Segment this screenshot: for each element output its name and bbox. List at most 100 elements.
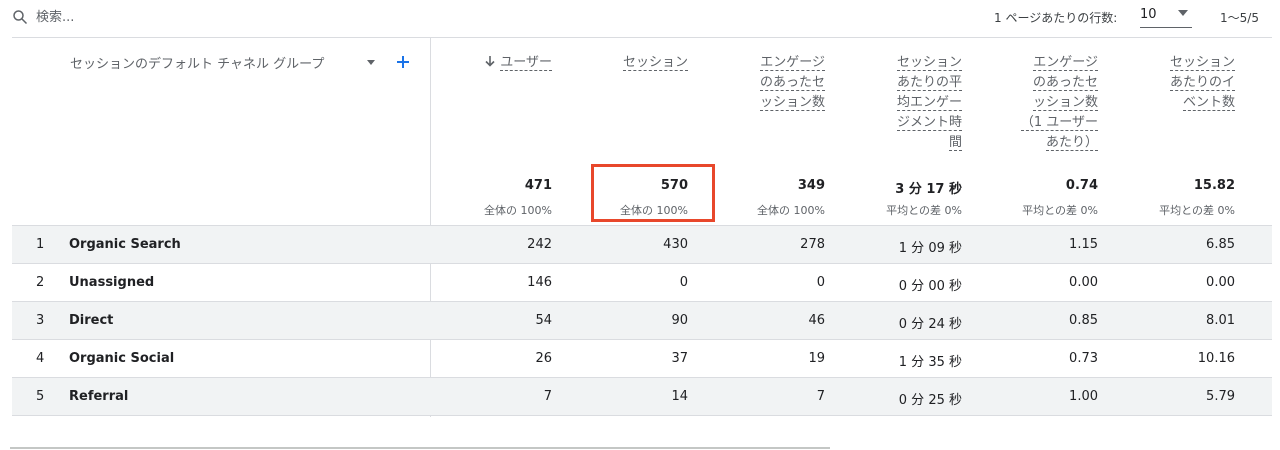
metric-header-lines: エンゲージのあったセッション数 （1 ユーザーあたり） <box>1020 53 1098 153</box>
channel-name[interactable]: Organic Social <box>69 351 174 366</box>
metric-cell: 46 <box>808 313 825 328</box>
table-bottom-divider <box>12 415 1272 416</box>
metric-header-3[interactable]: エンゲージ のあったセ ッション数 <box>759 53 825 113</box>
metric-header-text: のあったセ <box>759 75 825 91</box>
metric-header-lines: エンゲージ のあったセ ッション数 <box>759 53 825 113</box>
metric-cell: 242 <box>527 237 552 252</box>
metric-cell: 6.85 <box>1206 237 1235 252</box>
metric-header-line: のあったセ <box>1021 73 1098 93</box>
metric-header-6[interactable]: セッション あたりのイ ベント数 <box>1169 53 1235 113</box>
metric-cell: 146 <box>527 275 552 290</box>
metric-total-subtext-5: 平均との差 0% <box>1022 204 1098 217</box>
table-row[interactable]: 2 Unassigned 146 0 0 0 分 00 秒 0.00 0.00 <box>12 263 1272 302</box>
metric-cell: 10.16 <box>1197 351 1235 366</box>
metric-cell: 278 <box>800 237 825 252</box>
dimension-header[interactable]: セッションのデフォルト チャネル グループ <box>70 53 324 72</box>
channel-name[interactable]: Unassigned <box>69 275 154 290</box>
horizontal-scrollbar[interactable] <box>10 447 830 449</box>
rows-per-page-select[interactable]: 10 <box>1140 5 1192 28</box>
dimension-dropdown-icon[interactable] <box>367 60 375 66</box>
metric-header-text: ベント数 <box>1182 95 1235 111</box>
metric-header-2[interactable]: セッション <box>622 53 688 73</box>
metric-header-line: 間 <box>897 133 962 153</box>
metric-total-1: 471 <box>524 178 552 193</box>
metric-header-text: エンゲージ <box>1033 55 1098 71</box>
metric-header-line: エンゲージ <box>760 53 825 73</box>
metric-total-4: 3 分 17 秒 <box>895 182 962 197</box>
metric-cell: 0.00 <box>1206 275 1235 290</box>
metric-header-text: セッション <box>896 55 962 71</box>
table-row[interactable]: 1 Organic Search 242 430 278 1 分 09 秒 1.15 6.85 <box>12 225 1272 264</box>
metric-cell: 430 <box>663 237 688 252</box>
channel-name[interactable]: Direct <box>69 313 113 328</box>
metric-cell: 0 分 25 秒 <box>898 393 962 408</box>
row-index: 5 <box>36 389 45 404</box>
metric-header-lines: セッション あたりのイ ベント数 <box>1169 53 1235 113</box>
row-index: 3 <box>36 313 45 328</box>
metric-header-text: あたり） <box>1045 135 1098 151</box>
metric-total-5: 0.74 <box>1065 178 1098 193</box>
metric-header-text: あたりの平 <box>896 75 962 91</box>
metric-header-lines: セッション <box>622 53 688 73</box>
metric-header-4[interactable]: セッションあたりの平均エンゲージメント時間 <box>896 53 962 153</box>
metric-header-text: ジメント時 <box>896 115 962 131</box>
metric-cell: 5.79 <box>1206 389 1235 404</box>
metric-cell: 0 <box>679 275 688 290</box>
metric-header-text: あたりのイ <box>1169 75 1235 91</box>
channel-name[interactable]: Organic Search <box>69 237 181 252</box>
metric-cell: 0 分 24 秒 <box>898 317 962 332</box>
metric-cell: 8.01 <box>1206 313 1235 328</box>
add-dimension-icon[interactable] <box>396 55 410 69</box>
metric-total-subtext-6: 平均との差 0% <box>1159 204 1235 217</box>
metric-total-subtext-3: 全体の 100% <box>757 204 825 217</box>
metric-cell: 1 分 35 秒 <box>898 355 962 370</box>
sort-descending-icon[interactable] <box>484 55 496 67</box>
metric-cell: 14 <box>671 389 688 404</box>
metric-cell: 37 <box>671 351 688 366</box>
metric-total-subtext-2: 全体の 100% <box>620 204 688 217</box>
table-row[interactable]: 3 Direct 54 90 46 0 分 24 秒 0.85 8.01 <box>12 301 1272 340</box>
metric-header-line: ジメント時 <box>896 113 962 133</box>
metric-header-line: ユーザー <box>484 53 552 73</box>
table-top-divider <box>12 37 1272 38</box>
metric-cell: 0.00 <box>1069 275 1098 290</box>
row-index: 2 <box>36 275 45 290</box>
metric-cell: 7 <box>543 389 552 404</box>
metric-header-text: エンゲージ <box>760 55 825 71</box>
metric-header-lines: ユーザー <box>484 53 552 73</box>
metric-header-text: ユーザー <box>500 55 552 71</box>
metric-header-line: ッション数 <box>1021 93 1098 113</box>
metric-total-3: 349 <box>797 178 825 193</box>
metric-cell: 54 <box>535 313 552 328</box>
rows-per-page-value: 10 <box>1140 7 1157 22</box>
metric-cell: 1 分 09 秒 <box>898 241 962 256</box>
search-icon[interactable] <box>12 9 28 25</box>
table-row[interactable]: 4 Organic Social 26 37 19 1 分 35 秒 0.73 10.16 <box>12 339 1272 378</box>
metric-total-subtext-4: 平均との差 0% <box>886 204 962 217</box>
metric-header-line: セッション <box>622 53 688 73</box>
table-toolbar: 1 ページあたりの行数: 10 1〜5/5 <box>0 0 1280 34</box>
channel-name[interactable]: Referral <box>69 389 128 404</box>
report-table: セッションのデフォルト チャネル グループ ユーザー 471 全体の 100% セッシ… <box>12 37 1272 427</box>
metric-header-line: 均エンゲー <box>896 93 962 113</box>
metric-header-line: （1 ユーザー <box>1020 113 1098 133</box>
row-index: 1 <box>36 237 45 252</box>
metric-header-text: セッション <box>622 55 688 71</box>
metric-cell: 0 分 00 秒 <box>898 279 962 294</box>
metric-total-subtext-1: 全体の 100% <box>484 204 552 217</box>
metric-cell: 0.85 <box>1069 313 1098 328</box>
metric-header-text: ッション数 <box>1032 95 1098 111</box>
metric-header-text: のあったセ <box>1032 75 1098 91</box>
pagination-range: 1〜5/5 <box>1220 11 1259 25</box>
metric-header-line: あたりのイ <box>1169 73 1235 93</box>
metric-header-line: セッション <box>896 53 962 73</box>
metric-cell: 26 <box>535 351 552 366</box>
table-row[interactable]: 5 Referral 7 14 7 0 分 25 秒 1.00 5.79 <box>12 377 1272 416</box>
metric-header-5[interactable]: エンゲージのあったセッション数 （1 ユーザーあたり） <box>1020 53 1098 153</box>
search-input[interactable] <box>36 6 336 28</box>
rows-per-page-label: 1 ページあたりの行数: <box>994 11 1118 25</box>
metric-total-2: 570 <box>660 178 688 193</box>
metric-header-1[interactable]: ユーザー <box>484 53 552 73</box>
metric-header-line: のあったセ <box>759 73 825 93</box>
metric-header-line: ベント数 <box>1170 93 1235 113</box>
